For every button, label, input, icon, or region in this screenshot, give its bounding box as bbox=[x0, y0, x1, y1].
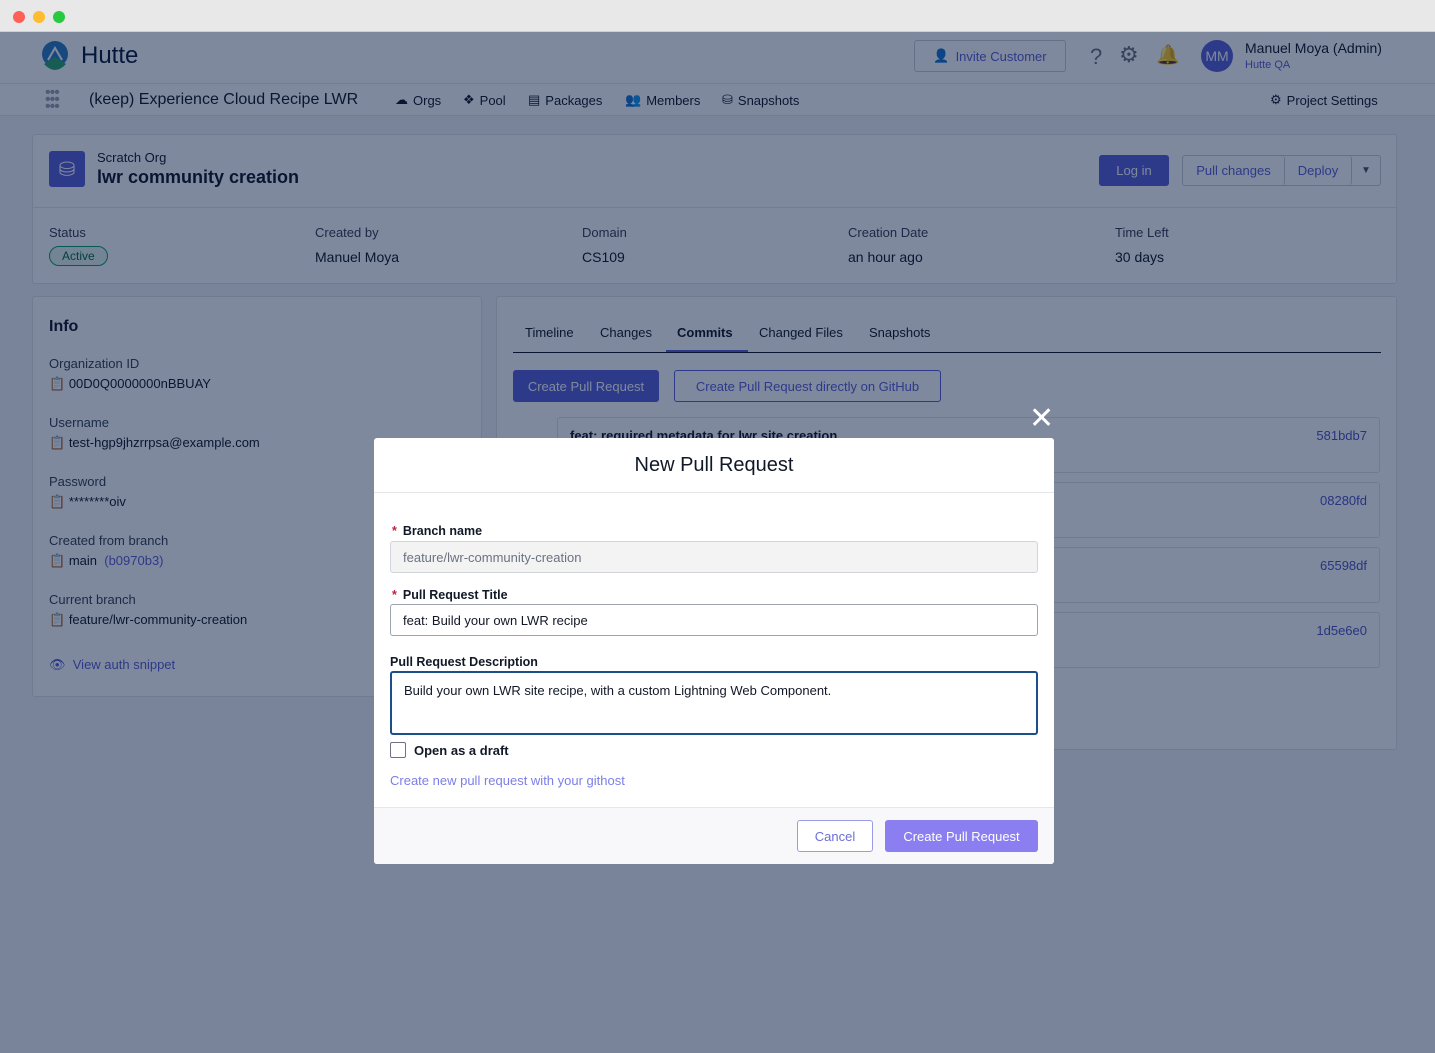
branch-name-label: * Branch name bbox=[392, 524, 483, 538]
close-window-button[interactable] bbox=[13, 11, 25, 23]
close-icon[interactable]: ✕ bbox=[1029, 404, 1054, 434]
cancel-button[interactable]: Cancel bbox=[797, 820, 873, 852]
draft-label: Open as a draft bbox=[414, 743, 509, 758]
create-pull-request-submit-button[interactable]: Create Pull Request bbox=[885, 820, 1038, 852]
new-pull-request-modal: New Pull Request * Branch name feature/lw… bbox=[374, 438, 1054, 864]
pr-title-input[interactable]: feat: Build your own LWR recipe bbox=[390, 604, 1038, 636]
modal-title: New Pull Request bbox=[634, 454, 794, 476]
window-titlebar bbox=[0, 0, 1435, 32]
branch-name-input: feature/lwr-community-creation bbox=[390, 541, 1038, 573]
githost-link[interactable]: Create new pull request with your githos… bbox=[390, 773, 625, 788]
pr-title-label: * Pull Request Title bbox=[392, 588, 508, 602]
pr-description-textarea[interactable]: Build your own LWR site recipe, with a c… bbox=[390, 671, 1038, 735]
draft-checkbox[interactable] bbox=[390, 742, 406, 758]
pr-description-label: Pull Request Description bbox=[390, 655, 538, 669]
maximize-window-button[interactable] bbox=[53, 11, 65, 23]
minimize-window-button[interactable] bbox=[33, 11, 45, 23]
